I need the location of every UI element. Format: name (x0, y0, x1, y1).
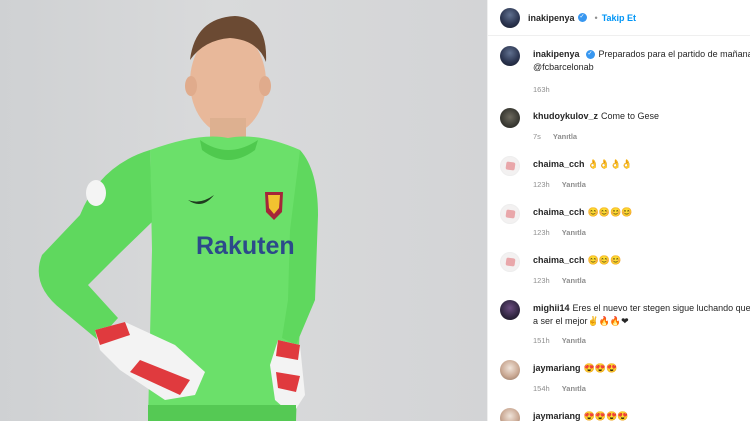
caption: inakipenya ✓ Preparados para el partido de… (500, 46, 750, 108)
reply-button[interactable]: Yanıtla (553, 132, 577, 141)
follow-button[interactable]: Takip Et (602, 13, 636, 23)
avatar[interactable] (500, 7, 520, 28)
header-username[interactable]: inakipenya (528, 13, 575, 23)
comment-username[interactable]: jaymariang (533, 411, 581, 421)
comment-text: 😊😊😊 (587, 255, 622, 265)
comment-text: Come to Gese (601, 111, 660, 121)
comment-text: Eres el nuevo ter stegen sigue luchando … (572, 303, 750, 313)
comment: chaima_cch 😊😊😊 123h Yanıtla (500, 252, 750, 300)
comment-username[interactable]: chaima_cch (533, 255, 585, 265)
avatar[interactable] (500, 46, 520, 66)
caption-username[interactable]: inakipenya (533, 49, 580, 59)
comment-text: 😊😊😊😊 (587, 207, 633, 217)
goalkeeper-photo: Rakuten (38, 16, 318, 421)
reply-button[interactable]: Yanıtla (562, 336, 586, 345)
avatar[interactable] (500, 156, 520, 176)
comment-username[interactable]: jaymariang (533, 363, 581, 373)
mention-link[interactable]: @fcbarcelonab (533, 60, 750, 73)
comment: chaima_cch 👌👌👌👌 123h Yanıtla (500, 156, 750, 204)
avatar[interactable] (500, 204, 520, 224)
verified-badge-icon: ✓ (577, 13, 587, 22)
comment: khudoykulov_z Come to Gese 7s Yanıtla (500, 108, 750, 156)
comment-username[interactable]: mighii14 (533, 303, 570, 313)
comment-username[interactable]: chaima_cch (533, 159, 585, 169)
comment: chaima_cch 😊😊😊😊 123h Yanıtla (500, 204, 750, 252)
comment-username[interactable]: chaima_cch (533, 207, 585, 217)
comment: jaymariang 😍😍😍 154h Yanıtla (500, 360, 750, 408)
reply-button[interactable]: Yanıtla (562, 180, 586, 189)
sponsor-text: Rakuten (196, 232, 295, 260)
comment: mighii14 Eres el nuevo ter stegen sigue l… (500, 300, 750, 360)
avatar[interactable] (500, 408, 520, 421)
avatar[interactable] (500, 108, 520, 128)
avatar[interactable] (500, 300, 520, 320)
caption-text: Preparados para el partido de mañana (598, 49, 750, 59)
comment-time: 123h (533, 180, 550, 189)
comment-username[interactable]: khudoykulov_z (533, 111, 598, 121)
verified-badge-icon: ✓ (585, 50, 595, 60)
comment-time: 154h (533, 384, 550, 393)
caption-time: 163h (533, 85, 550, 94)
comment-text-continued: a ser el mejor✌🔥🔥❤ (533, 316, 629, 326)
comment-text: 😍😍😍😍 (583, 411, 629, 421)
avatar[interactable] (500, 360, 520, 380)
post-photo[interactable]: Rakuten (0, 0, 487, 421)
comment-text: 👌👌👌👌 (587, 159, 633, 169)
comment-time: 7s (533, 132, 541, 141)
comments-panel: inakipenya ✓ • Takip Et inakipenya ✓ Prepa… (487, 0, 750, 421)
comment-text: 😍😍😍 (583, 363, 618, 373)
reply-button[interactable]: Yanıtla (562, 228, 586, 237)
avatar[interactable] (500, 252, 520, 272)
reply-button[interactable]: Yanıtla (562, 276, 586, 285)
comment-time: 151h (533, 336, 550, 345)
comment-time: 123h (533, 276, 550, 285)
comment-time: 123h (533, 228, 550, 237)
comment: jaymariang 😍😍😍😍 (500, 408, 750, 421)
separator: • (594, 12, 598, 23)
reply-button[interactable]: Yanıtla (562, 384, 586, 393)
post-header: inakipenya ✓ • Takip Et (488, 0, 750, 36)
